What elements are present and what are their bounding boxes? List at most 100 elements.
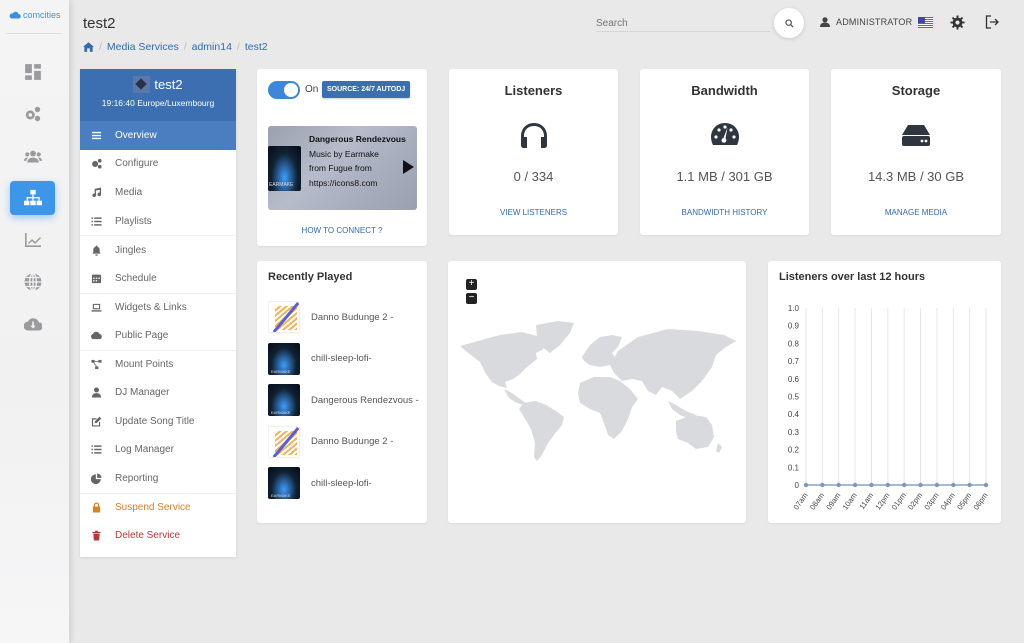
brand-logo[interactable]: comcities: [9, 10, 61, 20]
menu-item-playlists[interactable]: Playlists: [80, 207, 236, 236]
menu-item-log-manager[interactable]: Log Manager: [80, 436, 236, 465]
breadcrumb-current[interactable]: test2: [245, 41, 268, 53]
recently-played-item: Danno Budunge 2 -: [268, 301, 393, 333]
lock-icon: [92, 502, 100, 513]
breadcrumb-admin[interactable]: admin14: [192, 41, 232, 53]
y-tick-label: 0.3: [788, 428, 800, 437]
x-tick-label: 12pm: [873, 491, 891, 512]
chart-pie-icon: [90, 473, 102, 484]
menu-item-media[interactable]: Media: [80, 178, 236, 207]
map-new-zealand: [716, 443, 722, 453]
x-tick-label: 08am: [808, 491, 826, 512]
track-artwork: EARMAKE: [268, 342, 300, 375]
map-africa: [578, 377, 638, 439]
data-point: [869, 482, 874, 488]
track-info: Dangerous Rendezvous Music by Earmake fr…: [309, 132, 406, 190]
menu-item-suspend-service[interactable]: Suspend Service: [80, 492, 236, 522]
y-tick-label: 0.5: [788, 393, 800, 402]
toggle-label: On: [305, 84, 319, 95]
album-art-label: EARMAKE: [269, 182, 294, 188]
service-clock: 19:16:40 Europe/Luxembourg: [101, 98, 215, 108]
track-artwork: [268, 301, 300, 333]
menu-item-reporting[interactable]: Reporting: [80, 464, 236, 493]
recently-played-item: EARMAKE chill-sleep-lofi-: [268, 342, 372, 375]
data-point: [803, 482, 809, 488]
calendar-icon: [91, 274, 101, 283]
manage-media-link[interactable]: MANAGE MEDIA: [831, 208, 1001, 217]
listeners-chart-card: Listeners over last 12 hours 0 0.1 0.2 0.3 0…: [768, 261, 1001, 523]
cloud-icon: [90, 331, 102, 340]
bandwidth-history-link[interactable]: BANDWIDTH HISTORY: [640, 208, 809, 217]
menu-item-public-page[interactable]: Public Page: [80, 321, 236, 350]
search-icon: [784, 18, 794, 28]
menu-item-configure[interactable]: Configure: [80, 150, 236, 179]
data-point: [983, 482, 989, 488]
settings-gear-icon[interactable]: [950, 15, 965, 30]
laptop-code-icon: [90, 303, 102, 312]
music-icon: [91, 187, 101, 198]
map-zoom-out-button[interactable]: −: [466, 293, 477, 304]
data-point: [951, 482, 956, 488]
menu-item-label: Mount Points: [115, 359, 174, 371]
us-flag-icon[interactable]: [918, 17, 933, 28]
x-tick-label: 02pm: [906, 491, 924, 512]
user-menu[interactable]: ADMINISTRATOR: [820, 17, 912, 27]
menu-item-overview[interactable]: Overview: [80, 121, 236, 150]
rail-settings[interactable]: [10, 97, 55, 131]
menu-item-widgets-links[interactable]: Widgets & Links: [80, 292, 236, 322]
world-map[interactable]: [458, 321, 738, 461]
how-to-connect-link[interactable]: HOW TO CONNECT ?: [257, 226, 427, 235]
home-icon[interactable]: [83, 42, 94, 52]
trash-icon: [91, 530, 101, 541]
menu-item-schedule[interactable]: Schedule: [80, 264, 236, 293]
view-listeners-link[interactable]: VIEW LISTENERS: [449, 208, 618, 217]
play-icon[interactable]: [403, 160, 414, 174]
menu-item-delete-service[interactable]: Delete Service: [80, 521, 236, 550]
globe-icon: [24, 273, 41, 291]
player-widget[interactable]: EARMAKE Dangerous Rendezvous Music by Ea…: [268, 126, 417, 210]
logout-icon[interactable]: [985, 15, 999, 29]
breadcrumb-separator: /: [99, 41, 102, 53]
search-input[interactable]: [596, 16, 770, 32]
cogs-icon: [25, 106, 40, 122]
track-title: Dangerous Rendezvous: [309, 134, 406, 144]
chart-line-icon: [24, 233, 41, 247]
menu-item-label: Media: [115, 186, 143, 198]
service-toggle[interactable]: [268, 81, 300, 99]
y-tick-label: 0.6: [788, 375, 800, 384]
x-tick-label: 03pm: [922, 491, 940, 512]
breadcrumb-media-services[interactable]: Media Services: [107, 41, 179, 53]
menu-item-mount-points[interactable]: Mount Points: [80, 349, 236, 379]
listeners-card: Listeners 0 / 334 VIEW LISTENERS: [449, 69, 618, 235]
rail-divider: [6, 33, 62, 34]
page-title: test2: [83, 15, 116, 32]
y-tick-label: 0.2: [788, 446, 800, 455]
now-playing-card: On SOURCE: 24/7 AUTODJ EARMAKE Dangerous…: [257, 69, 427, 246]
x-tick-label: 10am: [841, 491, 859, 512]
chart-title: Listeners over last 12 hours: [779, 271, 926, 283]
source-badge[interactable]: SOURCE: 24/7 AUTODJ: [322, 81, 411, 98]
rail-dashboard[interactable]: [10, 55, 55, 89]
recently-played-item: EARMAKE chill-sleep-lofi-: [268, 467, 372, 499]
menu-item-jingles[interactable]: Jingles: [80, 235, 236, 264]
menu-item-update-song-title[interactable]: Update Song Title: [80, 407, 236, 436]
menu-item-dj-manager[interactable]: DJ Manager: [80, 378, 236, 407]
service-avatar: [133, 76, 151, 93]
rail-stats[interactable]: [10, 223, 55, 257]
track-artwork: EARMAKE: [268, 467, 300, 499]
rail-download[interactable]: [10, 307, 55, 341]
rail-network[interactable]: [10, 265, 55, 299]
map-zoom-in-button[interactable]: +: [466, 279, 477, 290]
rail-services[interactable]: [10, 181, 55, 215]
data-point: [967, 482, 972, 488]
menu-item-label: Delete Service: [115, 530, 181, 542]
rail-users[interactable]: [10, 139, 55, 173]
recently-played-item: EARMAKE Dangerous Rendezvous -: [268, 384, 419, 416]
y-tick-label: 1.0: [788, 304, 800, 313]
x-tick-label: 11am: [857, 491, 875, 511]
data-point: [901, 482, 907, 488]
menu-item-label: Log Manager: [115, 444, 174, 456]
sitemap-icon: [23, 189, 42, 206]
search-button[interactable]: [774, 8, 804, 38]
menu-item-label: Jingles: [115, 244, 147, 256]
